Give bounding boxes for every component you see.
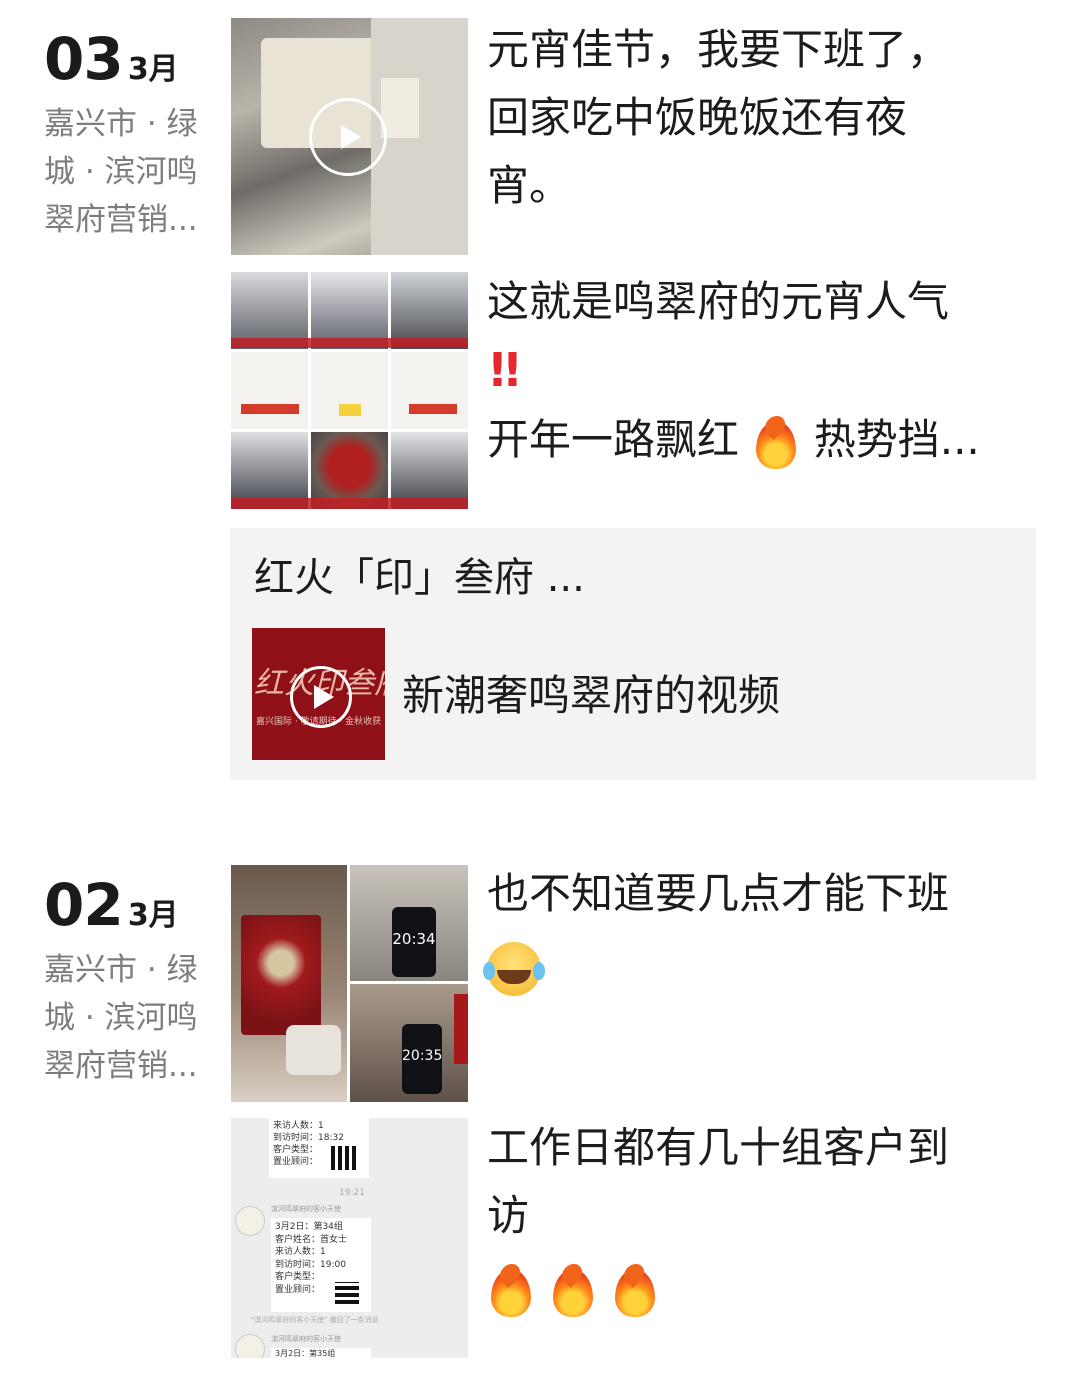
banner-strip: [231, 498, 468, 509]
text-line: 也不知道要几点才能下班: [487, 869, 950, 918]
post-location[interactable]: 嘉兴市 · 绿 城 · 滨河鸣 翠府营销...: [44, 946, 214, 1090]
banner-strip: [231, 338, 468, 348]
recall-notice: "滨河鸣翠府的客小天使" 撤回了一条消息: [251, 1316, 379, 1324]
grid-photo: [391, 352, 468, 429]
play-icon[interactable]: [290, 666, 352, 728]
fire-emoji-icon: [549, 1259, 597, 1319]
video-thumbnail[interactable]: [231, 18, 468, 255]
share-source: 新潮奢鸣翠府的视频: [402, 671, 781, 720]
avatar: [235, 1206, 265, 1236]
post-location[interactable]: 嘉兴市 · 绿 城 · 滨河鸣 翠府营销...: [44, 100, 214, 244]
post-text[interactable]: 元宵佳节，我要下班了， 回家吃中饭晚饭还有夜 宵。: [487, 16, 1027, 220]
grid-photo: [231, 352, 308, 429]
post-day: 03: [44, 25, 124, 93]
photo-grid-thumbnail[interactable]: 20:34 20:35: [231, 865, 468, 1102]
text-line: 这就是鸣翠府的元宵人气: [487, 277, 950, 326]
fire-emoji-row: [487, 1254, 1047, 1322]
post-text[interactable]: 这就是鸣翠府的元宵人气 !! 开年一路飘红 热势挡...: [487, 268, 1047, 474]
text-line: 工作日都有几十组客户到: [487, 1123, 950, 1172]
grid-photo: 20:35: [350, 984, 468, 1102]
laughing-emoji-icon: [483, 932, 1047, 1000]
text-line: 元宵佳节，我要下班了，: [487, 25, 950, 74]
text-line: 宵。: [487, 161, 572, 210]
photo-grid-thumbnail[interactable]: [231, 272, 468, 509]
text-line: 访: [487, 1191, 530, 1240]
post-text[interactable]: 也不知道要几点才能下班: [483, 860, 1047, 1000]
shared-video-card[interactable]: 红火「印」叁府 ... 红火印叁府 嘉兴国际 · 敬请期待 · 金秋收获 新潮奢…: [230, 528, 1036, 780]
phone-clock: 20:34: [392, 907, 436, 977]
grid-photo: 20:34: [350, 865, 468, 981]
stool-shape: [381, 78, 419, 138]
fire-emoji-icon: [487, 1259, 535, 1319]
fire-emoji-icon: [611, 1259, 659, 1319]
chat-screenshot-thumbnail[interactable]: 来访人数：1 到访时间：18:32 客户类型： 置业顾问： 19:21 滨河鸣翠…: [231, 1118, 468, 1358]
play-icon[interactable]: [309, 98, 387, 176]
fire-emoji-icon: [752, 411, 800, 471]
post-date: 02 3月: [44, 876, 179, 934]
post-date: 03 3月: [44, 30, 179, 88]
share-thumbnail[interactable]: 红火印叁府 嘉兴国际 · 敬请期待 · 金秋收获: [252, 628, 385, 760]
grid-photo: [311, 352, 388, 429]
mosaic: [331, 1146, 357, 1170]
share-title: 红火「印」叁府 ...: [254, 555, 585, 601]
location-line: 嘉兴市 · 绿: [44, 952, 198, 988]
location-line: 城 · 滨河鸣: [44, 154, 198, 190]
chat-time: 19:21: [339, 1188, 365, 1198]
post-text[interactable]: 工作日都有几十组客户到 访: [487, 1114, 1047, 1322]
location-line: 城 · 滨河鸣: [44, 1000, 198, 1036]
grid-photo: [231, 865, 347, 1102]
chat-bubble: 3月2日：第35组: [271, 1348, 371, 1358]
post-day: 02: [44, 871, 124, 939]
text-line: 回家吃中饭晚饭还有夜: [487, 93, 908, 142]
double-exclamation-icon: !!: [487, 343, 523, 397]
avatar: [235, 1334, 265, 1358]
sender-name: 滨河鸣翠府的客小天使: [271, 1335, 341, 1343]
location-line: 嘉兴市 · 绿: [44, 106, 198, 142]
sender-name: 滨河鸣翠府的客小天使: [271, 1205, 341, 1213]
text-line: 开年一路飘红 热势挡...: [487, 406, 1047, 474]
phone-clock: 20:35: [402, 1024, 442, 1094]
mosaic: [335, 1282, 359, 1304]
location-line: 翠府营销...: [44, 202, 198, 238]
location-line: 翠府营销...: [44, 1048, 198, 1084]
post-month: 3月: [127, 898, 179, 933]
post-month: 3月: [127, 52, 179, 87]
